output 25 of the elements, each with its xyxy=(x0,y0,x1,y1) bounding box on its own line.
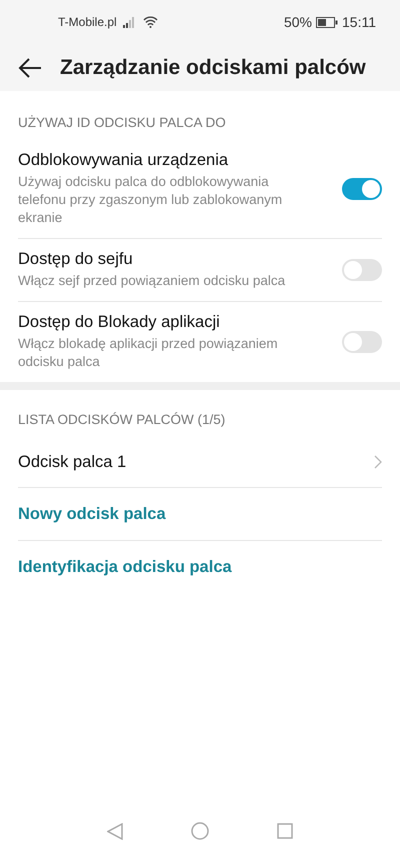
action-link[interactable]: Nowy odcisk palca xyxy=(18,504,382,524)
signal-icon xyxy=(122,16,137,28)
setting-description: Włącz sejf przed powiązaniem odcisku palca xyxy=(18,272,286,290)
chevron-icon xyxy=(374,455,382,469)
home-icon[interactable] xyxy=(191,822,209,840)
recents-icon[interactable] xyxy=(277,823,293,839)
battery-percent: 50% xyxy=(284,14,312,30)
page-title: Zarządzanie odciskami palców xyxy=(60,56,366,80)
clock-time: 15:11 xyxy=(342,14,376,30)
setting-title: Dostęp do sejfu xyxy=(18,250,134,269)
carrier-name: T-Mobile.pl xyxy=(58,15,117,29)
list-item[interactable]: Odcisk palca 1 xyxy=(18,452,374,472)
section-header: UŻYWAJ ID ODCISKU PALCA DO xyxy=(18,114,227,132)
setting-description: Włącz blokadę aplikacji przed powiązaniem odcisku palca xyxy=(18,335,279,371)
setting-title: Odblokowywania urządzenia xyxy=(18,151,230,170)
wifi-icon xyxy=(142,16,158,28)
toggle-switch[interactable] xyxy=(342,259,382,281)
section-header: LISTA ODCISKÓW PALCÓW (1/5) xyxy=(18,411,226,429)
back-icon[interactable] xyxy=(18,58,42,78)
battery-icon xyxy=(316,16,338,28)
setting-title: Dostęp do Blokady aplikacji xyxy=(18,313,221,332)
action-link[interactable]: Identyfikacja odcisku palca xyxy=(18,558,382,576)
toggle-switch[interactable] xyxy=(342,178,382,200)
setting-description: Używaj odcisku palca do odblokowywania telefonu przy zgaszonym lub zablokowanym ekranie xyxy=(18,173,284,227)
toggle-switch[interactable] xyxy=(342,331,382,353)
